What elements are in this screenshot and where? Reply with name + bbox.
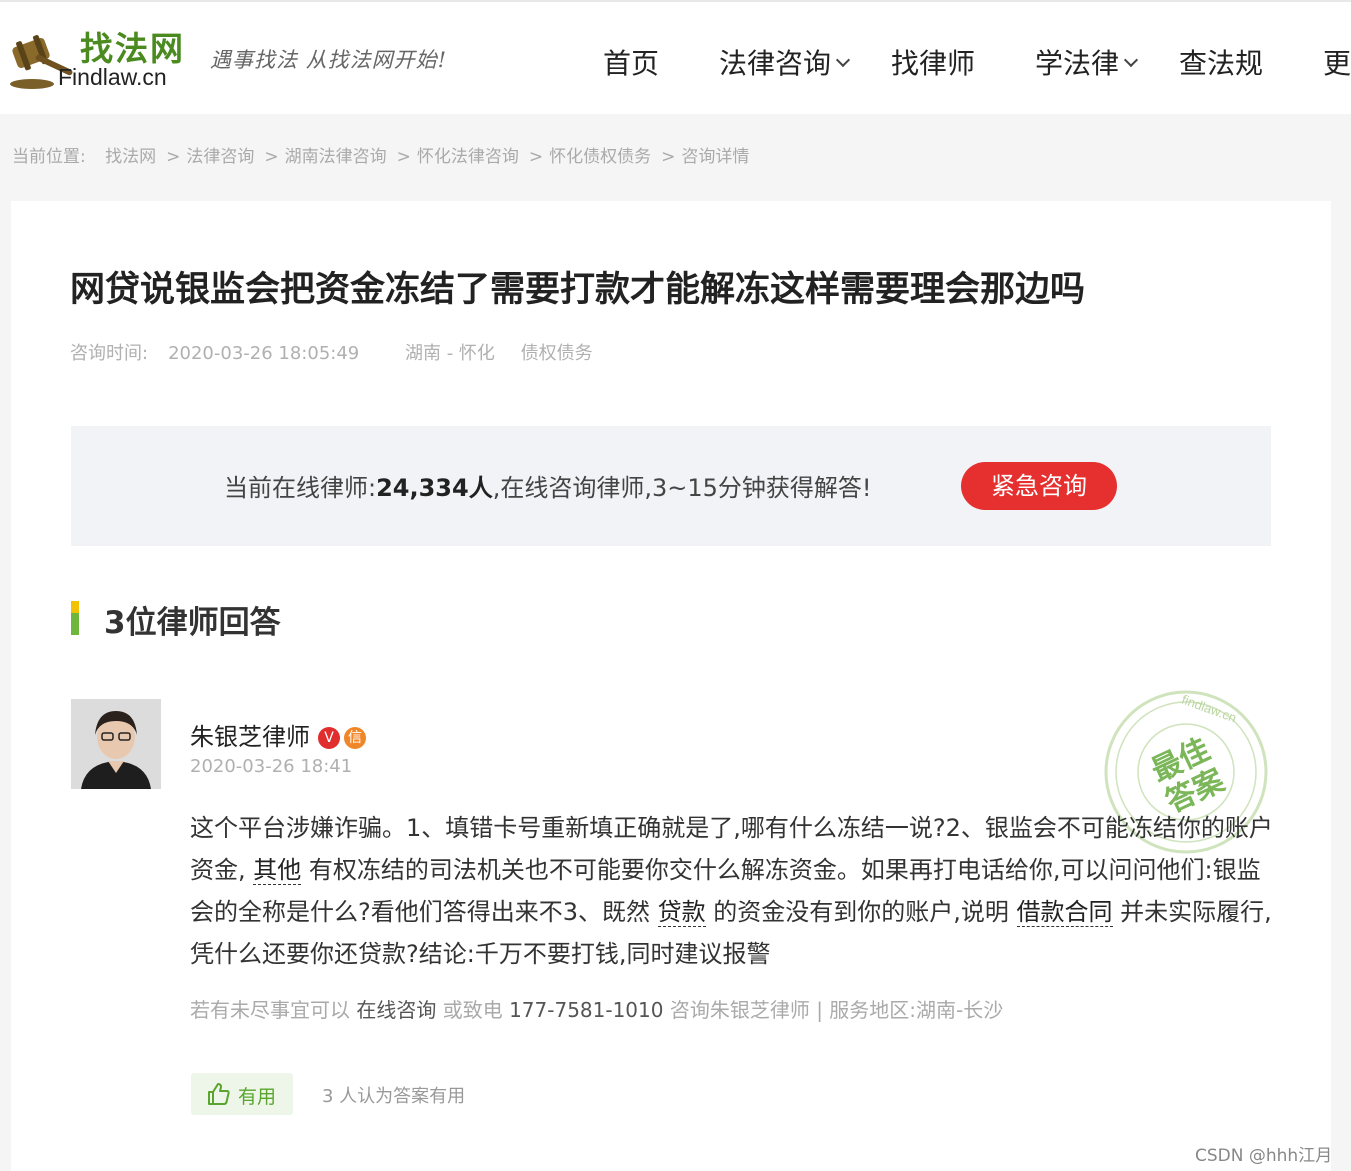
online-consult-link[interactable]: 在线咨询 <box>356 998 436 1022</box>
question-card: 网贷说银监会把资金冻结了需要打款才能解冻这样需要理会那边吗 咨询时间: 2020-… <box>11 201 1331 1171</box>
nav-item-search-regulations[interactable]: 查法规 <box>1179 42 1263 82</box>
contact-consult: 咨询朱银芝律师 | 服务地区: <box>663 998 917 1022</box>
useful-button[interactable]: 有用 <box>191 1073 293 1115</box>
site-logo[interactable]: 找法网 Findlaw.cn <box>8 20 193 98</box>
breadcrumb-separator: > <box>166 147 181 167</box>
lawyer-name-link[interactable]: 朱银芝律师 <box>190 723 310 751</box>
nav-item-learn-law[interactable]: 学法律 <box>1035 42 1139 82</box>
question-location[interactable]: 湖南 - 怀化 <box>405 343 495 364</box>
breadcrumb-item[interactable]: 怀化债权债务 <box>549 147 651 167</box>
keyword-link-loan-contract[interactable]: 借款合同 <box>1016 898 1113 927</box>
breadcrumb-separator: > <box>661 147 676 167</box>
contact-mid: 或致电 <box>436 998 510 1022</box>
contact-prefix: 若有未尽事宜可以 <box>190 998 357 1022</box>
urgent-consult-button[interactable]: 紧急咨询 <box>961 462 1117 510</box>
nav-label: 法律咨询 <box>719 47 832 80</box>
logo-english-text: Findlaw.cn <box>58 64 167 90</box>
nav-label: 学法律 <box>1035 47 1120 80</box>
nav-label: 找律师 <box>891 47 976 80</box>
slogan: 遇事找法 从找法网开始! <box>210 48 448 72</box>
question-meta: 咨询时间: 2020-03-26 18:05:49 湖南 - 怀化 债权债务 <box>70 339 613 365</box>
breadcrumb-separator: > <box>528 147 544 167</box>
watermark: CSDN @hhh江月 <box>1195 1146 1333 1166</box>
chevron-down-icon <box>1123 52 1139 68</box>
site-header: 找法网 Findlaw.cn 遇事找法 从找法网开始! 首页 法律咨询 找律师 … <box>0 0 1351 114</box>
breadcrumb: 当前位置: 找法网 > 法律咨询 > 湖南法律咨询 > 怀化法律咨询 > 怀化债权债务 > 咨询详情 <box>12 142 753 167</box>
keyword-link-other[interactable]: 其他 <box>253 856 302 885</box>
nav-label: 首页 <box>603 47 660 80</box>
breadcrumb-separator: > <box>264 147 279 167</box>
verified-badge-icon: V <box>318 727 340 749</box>
breadcrumb-item[interactable]: 怀化法律咨询 <box>417 147 519 167</box>
answer-contact-line: 若有未尽事宜可以 在线咨询 或致电 177-7581-1010 咨询朱银芝律师 … <box>190 994 1003 1023</box>
answer-text: 的资金没有到你的账户,说明 <box>705 898 1017 926</box>
banner-text-after: ,在线咨询律师,3~15分钟获得解答! <box>492 474 872 502</box>
trust-badge-icon: 信 <box>344 727 366 749</box>
nav-item-home[interactable]: 首页 <box>603 42 659 82</box>
lawyer-phone: 177-7581-1010 <box>509 998 664 1022</box>
breadcrumb-separator: > <box>396 147 411 167</box>
chevron-down-icon <box>835 52 851 68</box>
nav-label: 查法规 <box>1179 47 1264 80</box>
answer-time: 2020-03-26 18:41 <box>190 756 353 777</box>
nav-item-legal-consult[interactable]: 法律咨询 <box>719 42 851 82</box>
thumbs-up-icon <box>208 1083 230 1105</box>
answers-count-title: 3位律师回答 <box>104 605 281 641</box>
banner-text: 当前在线律师:24,334人,在线咨询律师,3~15分钟获得解答! <box>224 468 872 503</box>
breadcrumb-prefix: 当前位置: <box>12 147 86 167</box>
breadcrumb-item[interactable]: 找法网 <box>105 147 156 167</box>
nav-item-more[interactable]: 更 <box>1323 42 1351 82</box>
heading-accent-bar <box>71 601 79 635</box>
consult-time: 2020-03-26 18:05:49 <box>168 343 360 364</box>
banner-text-before: 当前在线律师: <box>224 474 377 502</box>
useful-label: 有用 <box>238 1086 277 1108</box>
breadcrumb-current: 咨询详情 <box>681 147 750 167</box>
breadcrumb-item[interactable]: 湖南法律咨询 <box>285 147 387 167</box>
nav-label: 更 <box>1323 47 1351 80</box>
service-region: 湖南-长沙 <box>916 998 1004 1022</box>
question-title: 网贷说银监会把资金冻结了需要打款才能解冻这样需要理会那边吗 <box>70 270 1086 310</box>
question-category[interactable]: 债权债务 <box>521 343 593 364</box>
lawyer-name: 朱银芝律师 V 信 <box>190 717 366 752</box>
consult-time-label: 咨询时间: <box>70 343 149 364</box>
answer-body: 这个平台涉嫌诈骗。1、填错卡号重新填正确就是了,哪有什么冻结一说?2、银监会不可… <box>190 807 1280 975</box>
online-lawyer-count: 24,334人 <box>376 474 493 502</box>
breadcrumb-item[interactable]: 法律咨询 <box>186 147 254 167</box>
keyword-link-loan[interactable]: 贷款 <box>657 898 706 927</box>
logo-chinese-text: 找法网 <box>80 29 185 68</box>
nav-item-find-lawyer[interactable]: 找律师 <box>891 42 975 82</box>
online-lawyers-banner: 当前在线律师:24,334人,在线咨询律师,3~15分钟获得解答! 紧急咨询 <box>71 426 1271 546</box>
useful-count: 3 人认为答案有用 <box>322 1086 466 1107</box>
lawyer-avatar[interactable] <box>71 699 161 789</box>
avatar-photo <box>71 699 161 789</box>
